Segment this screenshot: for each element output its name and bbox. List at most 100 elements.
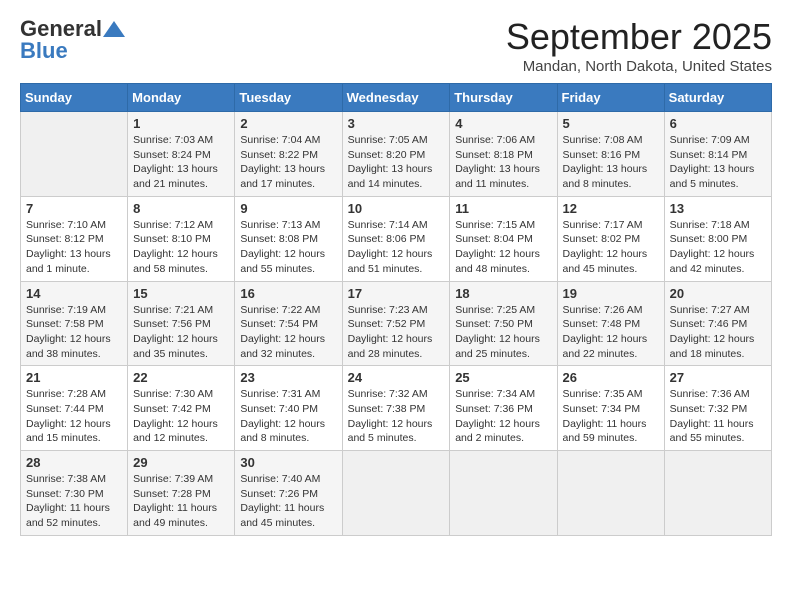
day-number: 23 — [240, 370, 336, 385]
col-header-monday: Monday — [128, 84, 235, 112]
calendar-cell: 13 Sunrise: 7:18 AM Sunset: 8:00 PM Dayli… — [664, 196, 771, 281]
day-number: 7 — [26, 201, 122, 216]
calendar-cell: 29 Sunrise: 7:39 AM Sunset: 7:28 PM Dayli… — [128, 451, 235, 536]
cell-content: Sunrise: 7:27 AM Sunset: 7:46 PM Dayligh… — [670, 303, 766, 362]
calendar-cell: 24Sunrise: 7:32 AM Sunset: 7:38 PM Dayli… — [342, 366, 450, 451]
col-header-sunday: Sunday — [21, 84, 128, 112]
page-header: General Blue September 2025 Mandan, Nort… — [20, 16, 772, 75]
day-number: 20 — [670, 286, 766, 301]
cell-content: Sunrise: 7:28 AM Sunset: 7:44 PM Dayligh… — [26, 387, 122, 446]
logo-icon — [103, 21, 125, 37]
cell-content: Sunrise: 7:17 AM Sunset: 8:02 PM Dayligh… — [563, 218, 659, 277]
calendar-cell: 19 Sunrise: 7:26 AM Sunset: 7:48 PM Dayli… — [557, 281, 664, 366]
cell-content: Sunrise: 7:39 AM Sunset: 7:28 PM Dayligh… — [133, 472, 229, 531]
calendar-cell: 1 Sunrise: 7:03 AM Sunset: 8:24 PM Daylig… — [128, 112, 235, 197]
calendar-cell: 28 Sunrise: 7:38 AM Sunset: 7:30 PM Dayli… — [21, 451, 128, 536]
calendar-week-row: 1 Sunrise: 7:03 AM Sunset: 8:24 PM Daylig… — [21, 112, 772, 197]
cell-content: Sunrise: 7:19 AM Sunset: 7:58 PM Dayligh… — [26, 303, 122, 362]
day-number: 3 — [348, 116, 445, 131]
calendar-cell: 9Sunrise: 7:13 AM Sunset: 8:08 PM Daylig… — [235, 196, 342, 281]
calendar-cell: 10 Sunrise: 7:14 AM Sunset: 8:06 PM Dayli… — [342, 196, 450, 281]
day-number: 14 — [26, 286, 122, 301]
logo-blue: Blue — [20, 38, 68, 64]
calendar-week-row: 14 Sunrise: 7:19 AM Sunset: 7:58 PM Dayli… — [21, 281, 772, 366]
calendar-cell — [557, 451, 664, 536]
cell-content: Sunrise: 7:23 AM Sunset: 7:52 PM Dayligh… — [348, 303, 445, 362]
cell-content: Sunrise: 7:36 AM Sunset: 7:32 PM Dayligh… — [670, 387, 766, 446]
calendar-table: SundayMondayTuesdayWednesdayThursdayFrid… — [20, 83, 772, 536]
cell-content: Sunrise: 7:15 AM Sunset: 8:04 PM Dayligh… — [455, 218, 551, 277]
day-number: 8 — [133, 201, 229, 216]
title-block: September 2025 Mandan, North Dakota, Uni… — [506, 16, 772, 75]
cell-content: Sunrise: 7:18 AM Sunset: 8:00 PM Dayligh… — [670, 218, 766, 277]
cell-content: Sunrise: 7:09 AM Sunset: 8:14 PM Dayligh… — [670, 133, 766, 192]
cell-content: Sunrise: 7:31 AM Sunset: 7:40 PM Dayligh… — [240, 387, 336, 446]
day-number: 1 — [133, 116, 229, 131]
calendar-cell: 16Sunrise: 7:22 AM Sunset: 7:54 PM Dayli… — [235, 281, 342, 366]
cell-content: Sunrise: 7:06 AM Sunset: 8:18 PM Dayligh… — [455, 133, 551, 192]
calendar-cell — [21, 112, 128, 197]
cell-content: Sunrise: 7:30 AM Sunset: 7:42 PM Dayligh… — [133, 387, 229, 446]
calendar-cell: 4 Sunrise: 7:06 AM Sunset: 8:18 PM Daylig… — [450, 112, 557, 197]
day-number: 13 — [670, 201, 766, 216]
cell-content: Sunrise: 7:26 AM Sunset: 7:48 PM Dayligh… — [563, 303, 659, 362]
calendar-cell — [450, 451, 557, 536]
day-number: 21 — [26, 370, 122, 385]
calendar-week-row: 21 Sunrise: 7:28 AM Sunset: 7:44 PM Dayli… — [21, 366, 772, 451]
col-header-friday: Friday — [557, 84, 664, 112]
cell-content: Sunrise: 7:34 AM Sunset: 7:36 PM Dayligh… — [455, 387, 551, 446]
calendar-cell: 20 Sunrise: 7:27 AM Sunset: 7:46 PM Dayli… — [664, 281, 771, 366]
calendar-cell: 8 Sunrise: 7:12 AM Sunset: 8:10 PM Daylig… — [128, 196, 235, 281]
calendar-cell: 18Sunrise: 7:25 AM Sunset: 7:50 PM Dayli… — [450, 281, 557, 366]
calendar-cell: 2Sunrise: 7:04 AM Sunset: 8:22 PM Daylig… — [235, 112, 342, 197]
col-header-thursday: Thursday — [450, 84, 557, 112]
day-number: 16 — [240, 286, 336, 301]
day-number: 17 — [348, 286, 445, 301]
day-number: 29 — [133, 455, 229, 470]
cell-content: Sunrise: 7:35 AM Sunset: 7:34 PM Dayligh… — [563, 387, 659, 446]
calendar-cell: 30Sunrise: 7:40 AM Sunset: 7:26 PM Dayli… — [235, 451, 342, 536]
calendar-week-row: 28 Sunrise: 7:38 AM Sunset: 7:30 PM Dayli… — [21, 451, 772, 536]
cell-content: Sunrise: 7:10 AM Sunset: 8:12 PM Dayligh… — [26, 218, 122, 277]
calendar-cell: 27 Sunrise: 7:36 AM Sunset: 7:32 PM Dayli… — [664, 366, 771, 451]
cell-content: Sunrise: 7:25 AM Sunset: 7:50 PM Dayligh… — [455, 303, 551, 362]
calendar-cell: 7 Sunrise: 7:10 AM Sunset: 8:12 PM Daylig… — [21, 196, 128, 281]
calendar-cell: 25 Sunrise: 7:34 AM Sunset: 7:36 PM Dayli… — [450, 366, 557, 451]
month-title: September 2025 — [506, 16, 772, 58]
cell-content: Sunrise: 7:38 AM Sunset: 7:30 PM Dayligh… — [26, 472, 122, 531]
col-header-tuesday: Tuesday — [235, 84, 342, 112]
calendar-week-row: 7 Sunrise: 7:10 AM Sunset: 8:12 PM Daylig… — [21, 196, 772, 281]
day-number: 25 — [455, 370, 551, 385]
day-number: 4 — [455, 116, 551, 131]
calendar-cell: 15Sunrise: 7:21 AM Sunset: 7:56 PM Dayli… — [128, 281, 235, 366]
day-number: 30 — [240, 455, 336, 470]
calendar-cell — [664, 451, 771, 536]
col-header-saturday: Saturday — [664, 84, 771, 112]
calendar-cell — [342, 451, 450, 536]
cell-content: Sunrise: 7:05 AM Sunset: 8:20 PM Dayligh… — [348, 133, 445, 192]
day-number: 27 — [670, 370, 766, 385]
cell-content: Sunrise: 7:14 AM Sunset: 8:06 PM Dayligh… — [348, 218, 445, 277]
cell-content: Sunrise: 7:03 AM Sunset: 8:24 PM Dayligh… — [133, 133, 229, 192]
day-number: 6 — [670, 116, 766, 131]
calendar-cell: 23 Sunrise: 7:31 AM Sunset: 7:40 PM Dayli… — [235, 366, 342, 451]
calendar-cell: 12Sunrise: 7:17 AM Sunset: 8:02 PM Dayli… — [557, 196, 664, 281]
logo: General Blue — [20, 16, 126, 64]
calendar-cell: 21 Sunrise: 7:28 AM Sunset: 7:44 PM Dayli… — [21, 366, 128, 451]
cell-content: Sunrise: 7:32 AM Sunset: 7:38 PM Dayligh… — [348, 387, 445, 446]
calendar-cell: 22 Sunrise: 7:30 AM Sunset: 7:42 PM Dayli… — [128, 366, 235, 451]
cell-content: Sunrise: 7:08 AM Sunset: 8:16 PM Dayligh… — [563, 133, 659, 192]
calendar-cell: 11Sunrise: 7:15 AM Sunset: 8:04 PM Dayli… — [450, 196, 557, 281]
calendar-header-row: SundayMondayTuesdayWednesdayThursdayFrid… — [21, 84, 772, 112]
col-header-wednesday: Wednesday — [342, 84, 450, 112]
cell-content: Sunrise: 7:12 AM Sunset: 8:10 PM Dayligh… — [133, 218, 229, 277]
day-number: 22 — [133, 370, 229, 385]
day-number: 19 — [563, 286, 659, 301]
day-number: 28 — [26, 455, 122, 470]
calendar-cell: 3 Sunrise: 7:05 AM Sunset: 8:20 PM Daylig… — [342, 112, 450, 197]
calendar-cell: 6 Sunrise: 7:09 AM Sunset: 8:14 PM Daylig… — [664, 112, 771, 197]
calendar-cell: 17 Sunrise: 7:23 AM Sunset: 7:52 PM Dayli… — [342, 281, 450, 366]
cell-content: Sunrise: 7:13 AM Sunset: 8:08 PM Dayligh… — [240, 218, 336, 277]
cell-content: Sunrise: 7:04 AM Sunset: 8:22 PM Dayligh… — [240, 133, 336, 192]
day-number: 10 — [348, 201, 445, 216]
